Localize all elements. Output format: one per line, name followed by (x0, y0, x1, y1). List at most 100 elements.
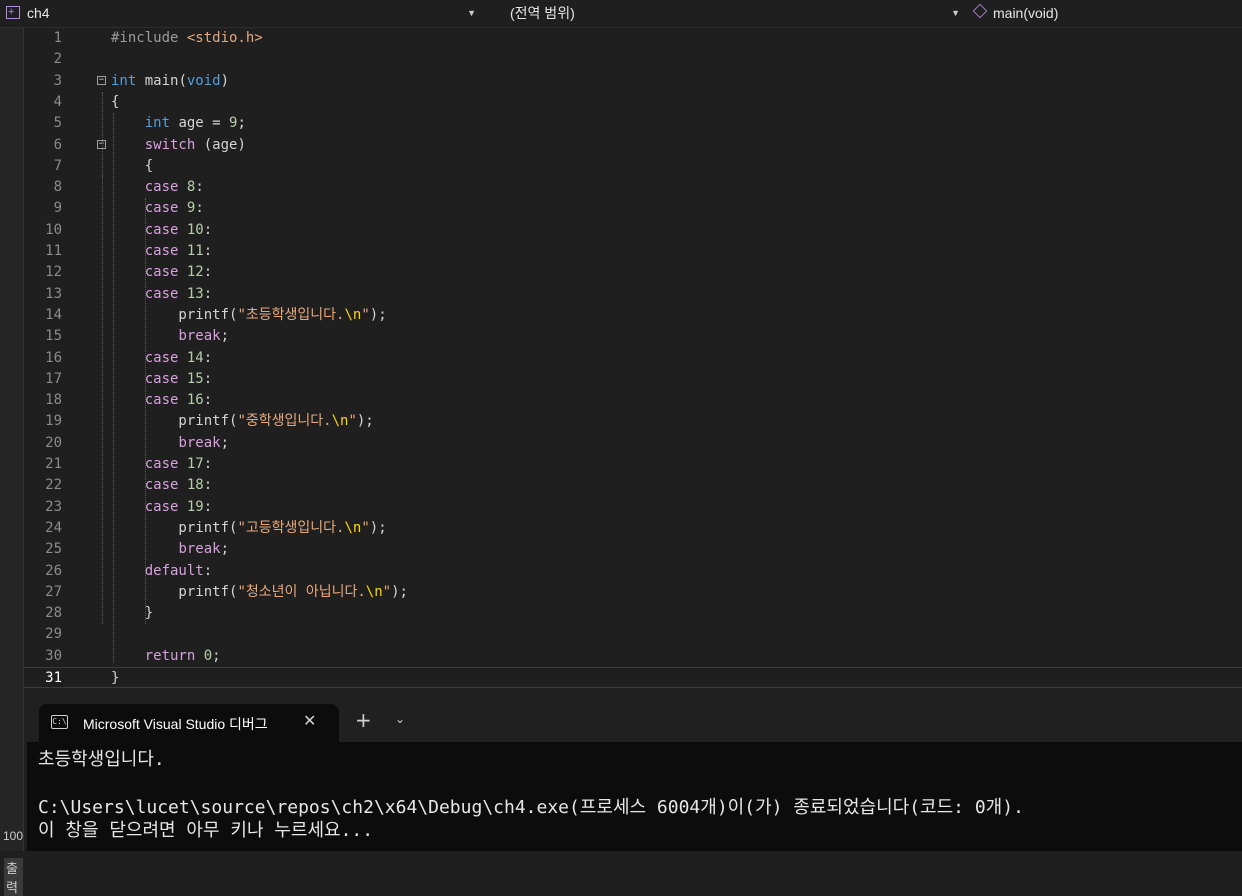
tab-debug-console[interactable]: C:\ Microsoft Visual Studio 디버그 ✕ (39, 704, 339, 742)
code-token: \n (365, 583, 383, 600)
code-line[interactable]: 3 − int main(void) (24, 71, 1242, 92)
line-number: 30 (45, 647, 62, 664)
code-line[interactable]: 13 case 13: (24, 284, 1242, 305)
fold-region-line (102, 176, 103, 624)
code-text: { (111, 156, 153, 177)
chevron-down-icon: ▼ (467, 8, 476, 18)
code-line[interactable]: 21 case 17: (24, 454, 1242, 475)
debug-console-window: C:\ Microsoft Visual Studio 디버그 ✕ + ⌄ 초등… (27, 690, 1242, 851)
code-token: : (203, 264, 213, 281)
code-token: case (144, 285, 179, 302)
code-token: \n (344, 519, 362, 536)
code-line[interactable]: 5 int age = 9; (24, 113, 1242, 134)
new-tab-button[interactable]: + (355, 708, 372, 732)
code-token: : (195, 200, 204, 217)
line-number: 3 (53, 72, 62, 89)
code-line[interactable]: 7 { (24, 156, 1242, 177)
code-text: int main(void) (111, 71, 229, 92)
line-number: 7 (53, 157, 62, 174)
code-line[interactable]: 22 case 18: (24, 475, 1242, 496)
code-line[interactable]: 14 printf("초등학생입니다.\n"); (24, 305, 1242, 326)
code-line[interactable]: 28 } (24, 603, 1242, 624)
close-icon[interactable]: ✕ (303, 711, 316, 730)
code-token: ); (356, 413, 374, 430)
code-line[interactable]: 10 case 10: (24, 220, 1242, 241)
code-editor[interactable]: 1 #include <stdio.h> 2 3− int main(void) 4{5 … (24, 28, 1242, 688)
code-line[interactable]: 15 break; (24, 326, 1242, 347)
code-line[interactable]: 16 case 14: (24, 348, 1242, 369)
line-number: 19 (45, 413, 62, 430)
code-line[interactable]: 6− switch (age) (24, 135, 1242, 156)
line-number: 23 (45, 498, 62, 515)
line-number: 6 (53, 136, 62, 153)
code-line[interactable]: 27 printf("청소년이 아닙니다.\n"); (24, 582, 1242, 603)
code-line[interactable]: 20 break; (24, 433, 1242, 454)
code-text: printf("고등학생입니다.\n"); (111, 518, 386, 539)
line-number: 12 (45, 264, 62, 281)
code-token: : (203, 477, 213, 494)
scope-dropdown[interactable]: (전역 범위) ▼ (486, 2, 964, 24)
code-line[interactable]: 1 #include <stdio.h> (24, 28, 1242, 49)
code-line[interactable]: 30 return 0; (24, 646, 1242, 667)
console-icon: C:\ (51, 715, 68, 729)
code-token: void (186, 72, 221, 89)
code-token: int (111, 72, 137, 89)
code-line[interactable]: 31} (24, 667, 1242, 688)
code-line[interactable]: 11 case 11: (24, 241, 1242, 262)
code-line[interactable]: 12 case 12: (24, 262, 1242, 283)
member-dropdown[interactable]: main(void) (968, 2, 1242, 24)
code-text: int age = 9; (111, 113, 246, 134)
code-line[interactable]: 19 printf("중학생입니다.\n"); (24, 411, 1242, 432)
line-number: 10 (45, 221, 62, 238)
code-line[interactable]: 4{ (24, 92, 1242, 113)
code-line[interactable]: 26 default: (24, 561, 1242, 582)
zoom-level[interactable]: 100 (3, 829, 23, 843)
tab-output[interactable]: 출력 (4, 858, 23, 896)
line-number: 8 (53, 179, 62, 196)
project-dropdown[interactable]: ch4 ▼ (0, 1, 480, 24)
code-line[interactable]: 9 case 9: (24, 198, 1242, 219)
code-token: int (144, 115, 171, 132)
chevron-down-icon: ▼ (951, 8, 960, 18)
line-number: 25 (45, 541, 62, 558)
chevron-down-icon[interactable]: ⌄ (395, 712, 405, 726)
code-text: case 8: (111, 177, 204, 198)
code-line[interactable]: 23 case 19: (24, 497, 1242, 518)
code-text: break; (111, 326, 229, 347)
code-token: } (111, 605, 154, 622)
code-token: "고등학생입니다. (237, 519, 345, 536)
code-token: "중학생입니다. (237, 413, 332, 430)
code-line[interactable]: 25 break; (24, 539, 1242, 560)
code-token: : (203, 392, 213, 409)
code-text: case 18: (111, 475, 212, 496)
code-line[interactable]: 2 (24, 49, 1242, 70)
code-line[interactable]: 17 case 15: (24, 369, 1242, 390)
scope-label: (전역 범위) (510, 5, 575, 21)
collapse-icon[interactable]: − (97, 75, 106, 85)
code-text: switch (age) (111, 135, 246, 156)
code-line[interactable]: 8 case 8: (24, 177, 1242, 198)
code-token: " (361, 519, 370, 536)
member-label: main(void) (993, 5, 1059, 21)
line-number: 21 (45, 456, 62, 472)
code-text: printf("청소년이 아닙니다.\n"); (111, 582, 408, 603)
code-token: switch (144, 136, 196, 153)
code-text: printf("중학생입니다.\n"); (111, 411, 374, 432)
code-line[interactable]: 24 printf("고등학생입니다.\n"); (24, 518, 1242, 539)
code-text: } (111, 603, 153, 624)
tab-title: Microsoft Visual Studio 디버그 (83, 716, 268, 732)
code-line[interactable]: 18 case 16: (24, 390, 1242, 411)
code-text: } (111, 668, 119, 689)
code-token: <stdio.h> (186, 30, 263, 46)
console-output[interactable]: 초등학생입니다. C:\Users\lucet\source\repos\ch2… (27, 742, 1242, 851)
code-line[interactable]: 29 (24, 624, 1242, 645)
